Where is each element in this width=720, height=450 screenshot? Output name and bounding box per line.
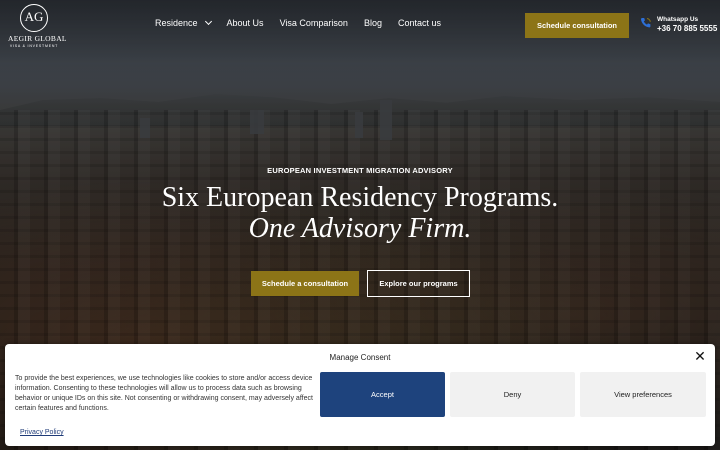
nav-item-blog[interactable]: Blog [364, 18, 382, 28]
nav-label: Residence [155, 18, 198, 28]
phone-icon [640, 18, 651, 28]
consent-body: To provide the best experiences, we use … [15, 375, 313, 412]
consent-title: Manage Consent [329, 353, 391, 362]
main-nav: Residence About Us Visa Comparison Blog … [155, 17, 457, 28]
logo-monogram-text: AG [24, 9, 44, 24]
nav-label: Visa Comparison [279, 18, 348, 28]
nav-item-about-us[interactable]: About Us [227, 18, 264, 28]
nav-item-visa-comparison[interactable]: Visa Comparison [280, 18, 348, 28]
whatsapp-phone[interactable]: +36 70 885 5555 [657, 24, 717, 33]
hero-headline-line2: One Advisory Firm. [248, 213, 472, 244]
brand-name: AEGIR GLOBAL [8, 34, 67, 43]
deny-button[interactable]: Deny [450, 372, 575, 417]
accept-button[interactable]: Accept [320, 372, 445, 417]
nav-label: About Us [226, 18, 264, 28]
view-preferences-button[interactable]: View preferences [580, 372, 706, 417]
whatsapp-label: Whatsapp Us [657, 16, 699, 23]
explore-programs-button[interactable]: Explore our programs [367, 270, 470, 297]
brand-tagline: VISA & INVESTMENT [9, 44, 59, 48]
hero-eyebrow: EUROPEAN INVESTMENT MIGRATION ADVISORY [267, 166, 453, 175]
chevron-down-icon [204, 17, 212, 25]
privacy-policy-link[interactable]: Privacy Policy [20, 429, 64, 436]
hero-headline: Six European Residency Programs. One Adv… [0, 182, 720, 244]
whatsapp-contact[interactable]: Whatsapp Us +36 70 885 5555 [640, 16, 717, 33]
close-icon[interactable]: ✕ [693, 349, 707, 363]
nav-label: Blog [363, 18, 382, 28]
brand-logo[interactable]: AG AEGIR GLOBAL VISA & INVESTMENT [8, 4, 67, 48]
site-header: AG AEGIR GLOBAL VISA & INVESTMENT Reside… [0, 0, 720, 52]
nav-label: Contact us [397, 18, 441, 28]
schedule-a-consultation-button[interactable]: Schedule a consultation [251, 271, 359, 296]
nav-item-contact-us[interactable]: Contact us [398, 18, 441, 28]
consent-banner: Manage Consent ✕ To provide the best exp… [5, 344, 715, 446]
schedule-consultation-button[interactable]: Schedule consultation [525, 13, 629, 38]
logo-monogram: AG [20, 4, 48, 32]
nav-item-residence[interactable]: Residence [155, 17, 212, 28]
hero-headline-line1: Six European Residency Programs. [161, 182, 559, 213]
